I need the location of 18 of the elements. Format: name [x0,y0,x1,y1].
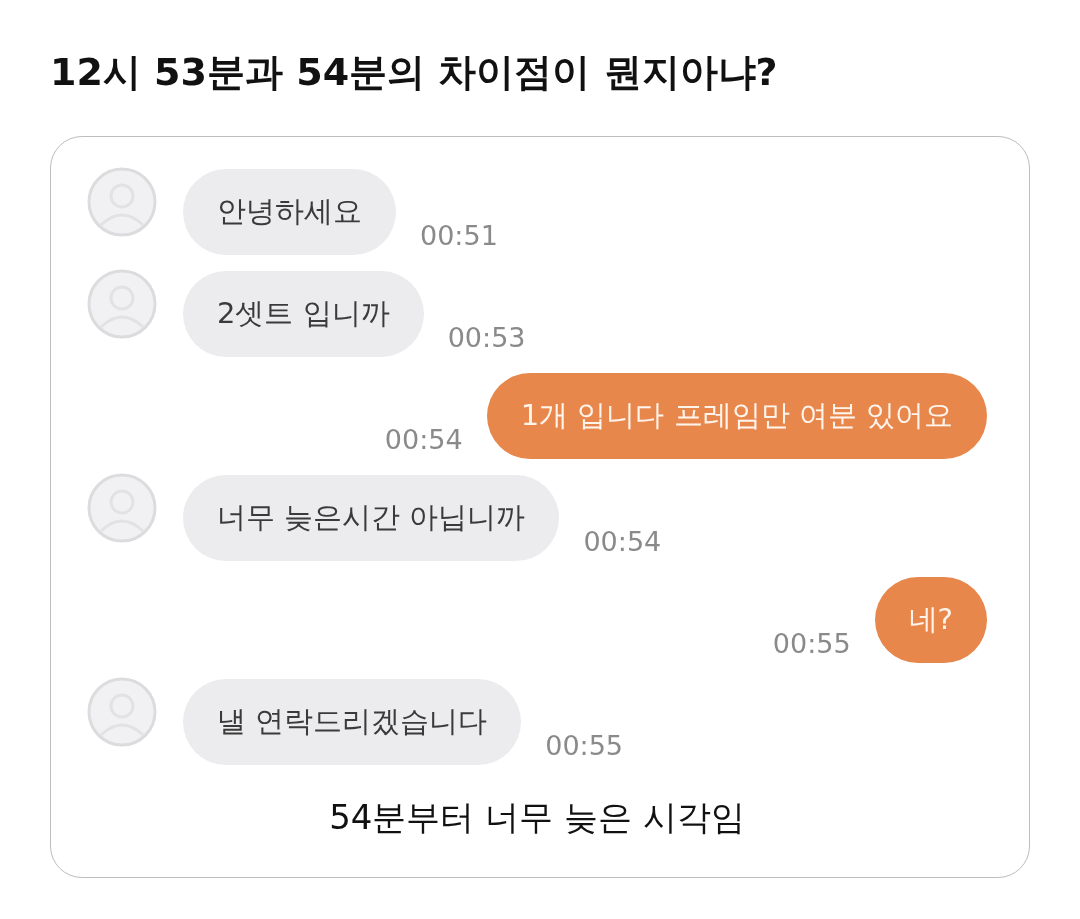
message-time: 00:54 [583,526,662,557]
avatar-icon [87,167,157,237]
message-time: 00:51 [420,220,498,251]
message-bubble: 낼 연락드리겠습니다 [183,679,522,765]
avatar-icon [87,473,157,543]
message-bubble: 너무 늦은시간 아닙니까 [183,475,560,561]
message-bubble: 2셋트 입니까 [183,271,424,357]
avatar-icon [87,269,157,339]
post-title: 12시 53분과 54분의 차이점이 뭔지아냐? [50,49,779,96]
message-time: 00:53 [447,322,526,353]
message-bubble: 1개 입니다 프레임만 여분 있어요 [486,373,987,459]
message-time: 00:55 [545,730,624,761]
message-bubble: 네? [874,577,987,663]
message-time: 00:54 [384,424,463,455]
message-bubble: 안녕하세요 [183,169,396,255]
avatar-icon [87,677,157,747]
caption-text: 54분부터 너무 늦은 시각임 [328,796,746,839]
message-time: 00:55 [772,628,851,659]
